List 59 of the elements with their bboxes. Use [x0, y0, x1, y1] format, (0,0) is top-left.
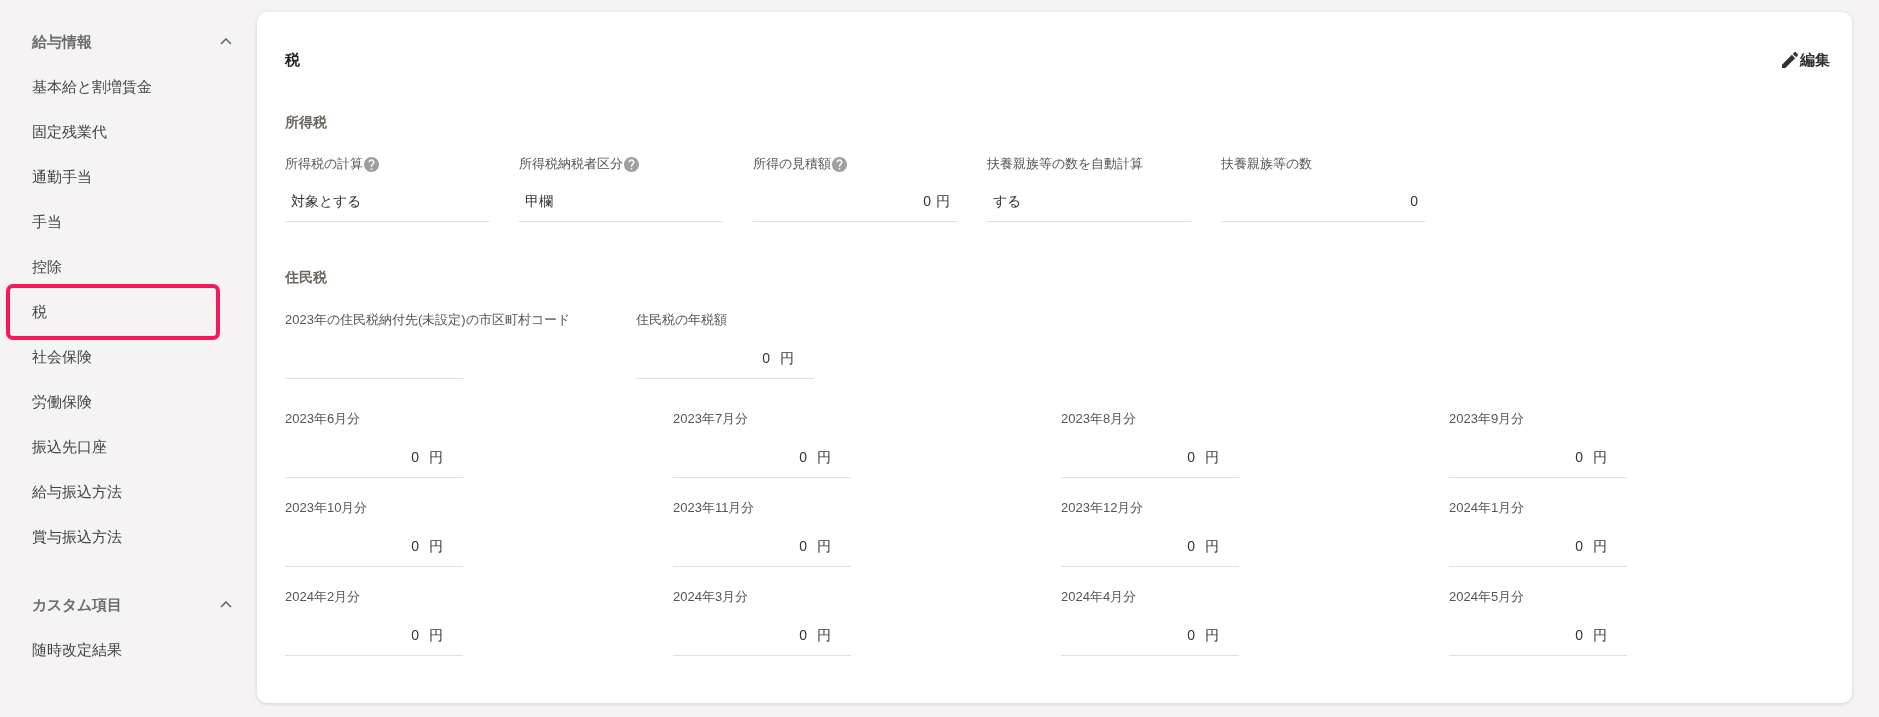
value-field: 0 円 — [1061, 526, 1239, 567]
field-label: 所得の見積額 — [753, 155, 831, 173]
sidebar-item[interactable]: 随時改定結果 — [6, 627, 220, 672]
value-field: 0 — [1221, 181, 1425, 222]
chevron-icon[interactable] — [220, 601, 232, 608]
sidebar-item[interactable]: 給与振込方法 — [6, 469, 220, 514]
pencil-icon — [1782, 52, 1798, 68]
value-field: 0 円 — [285, 437, 463, 478]
sidebar-item[interactable]: 固定残業代 — [6, 109, 220, 154]
field-label: 2023年11月分 — [673, 499, 755, 517]
chevron-icon[interactable] — [220, 38, 232, 45]
value-field: 0 円 — [636, 338, 814, 379]
field-label: 2024年2月分 — [285, 588, 361, 606]
edit-button[interactable]: 編集 — [1782, 50, 1830, 70]
value-field: 0 円 — [673, 615, 851, 656]
field-label: 2024年1月分 — [1449, 499, 1525, 517]
sidebar-item[interactable]: 基本給と割増賃金 — [6, 64, 220, 109]
value-field: 0 円 — [673, 526, 851, 567]
field-label: 2023年6月分 — [285, 410, 361, 428]
field-label: 2024年3月分 — [673, 588, 749, 606]
help-icon[interactable] — [624, 156, 639, 172]
field-label: 扶養親族等の数 — [1221, 155, 1312, 173]
value-field: 0 円 — [673, 437, 851, 478]
group-heading: 給与情報 — [32, 32, 92, 52]
value-field: 0 円 — [1061, 437, 1239, 478]
field-label: 2024年5月分 — [1449, 588, 1525, 606]
sidebar-item[interactable]: 振込先口座 — [6, 424, 220, 469]
value-field: 0 円 — [1449, 437, 1627, 478]
help-icon[interactable] — [364, 156, 379, 172]
field-label: 2023年の住民税納付先(未設定)の市区町村コード — [285, 311, 570, 329]
sidebar-item[interactable]: 賞与振込方法 — [6, 514, 220, 559]
section-heading: 所得税 — [285, 113, 327, 132]
section-heading: 住民税 — [285, 268, 327, 287]
sidebar-item[interactable]: 通勤手当 — [6, 154, 220, 199]
field-label: 2023年10月分 — [285, 499, 368, 517]
value-field: 甲欄 — [519, 181, 723, 222]
field-label: 2023年7月分 — [673, 410, 749, 428]
value-field: 0 円 — [753, 181, 957, 222]
value-field: する — [987, 181, 1191, 222]
field-label: 2023年8月分 — [1061, 410, 1137, 428]
sidebar-item[interactable]: 労働保険 — [6, 379, 220, 424]
section-title: 税 — [285, 50, 300, 70]
value-field: 対象とする — [285, 181, 489, 222]
field-label: 扶養親族等の数を自動計算 — [987, 155, 1143, 173]
field-label: 2023年9月分 — [1449, 410, 1525, 428]
group-heading: カスタム項目 — [32, 595, 122, 615]
sidebar-item[interactable]: 税 — [6, 283, 220, 340]
field-label: 住民税の年税額 — [636, 311, 727, 329]
value-field: 0 円 — [1061, 615, 1239, 656]
sidebar-item[interactable]: 手当 — [6, 199, 220, 244]
value-field: 0 円 — [1449, 526, 1627, 567]
field-label: 2023年12月分 — [1061, 499, 1144, 517]
value-field: 0 円 — [285, 526, 463, 567]
field-label: 所得税納税者区分 — [519, 155, 623, 173]
field-label: 2024年4月分 — [1061, 588, 1137, 606]
field-label: 所得税の計算 — [285, 155, 363, 173]
value-field: 0 円 — [1449, 615, 1627, 656]
value-field: 0 円 — [285, 615, 463, 656]
help-icon[interactable] — [832, 156, 847, 172]
